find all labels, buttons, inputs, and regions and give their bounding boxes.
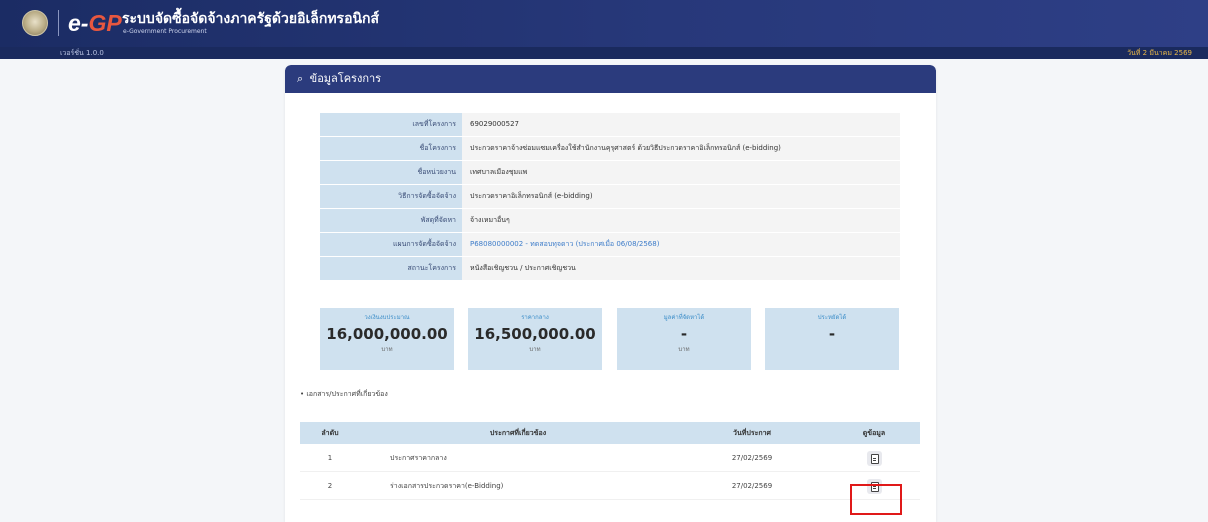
announcement-date: 27/02/2569 bbox=[731, 454, 773, 462]
detail-label: เลขที่โครงการ bbox=[320, 113, 462, 136]
card-header: ⌕ ข้อมูลโครงการ bbox=[285, 65, 936, 93]
detail-row-plan: แผนการจัดซื้อจัดจ้าง P68080000002 - ทดสอ… bbox=[320, 233, 900, 256]
col-header-announcement: ประกาศที่เกี่ยวข้อง bbox=[489, 429, 547, 437]
document-icon[interactable] bbox=[866, 450, 882, 466]
detail-row-method: วิธีการจัดซื้อจัดจ้าง ประกวดราคาอิเล็กทร… bbox=[320, 185, 900, 208]
stat-unit: บาท bbox=[381, 346, 393, 353]
detail-label: แผนการจัดซื้อจัดจ้าง bbox=[320, 233, 462, 256]
announcement-date: 27/02/2569 bbox=[731, 482, 773, 490]
row-number: 2 bbox=[327, 482, 333, 490]
col-header-no: ลำดับ bbox=[321, 429, 339, 437]
method-value: ประกวดราคาอิเล็กทรอนิกส์ (e-bidding) bbox=[462, 185, 900, 208]
announcement-title: ประกาศราคากลาง bbox=[390, 454, 447, 462]
highlight-box bbox=[850, 484, 902, 515]
table-row: 2 ร่างเอกสารประกวดราคา(e-Bidding) 27/02/… bbox=[300, 472, 920, 500]
table-row: 1 ประกาศราคากลาง 27/02/2569 bbox=[300, 444, 920, 472]
view-cell bbox=[828, 444, 920, 471]
detail-row-project-name: ชื่อโครงการ ประกวดราคาจ้างซ่อมแซมเครื่อง… bbox=[320, 137, 900, 160]
supply-type-value: จ้างเหมาอื่นๆ bbox=[462, 209, 900, 232]
government-emblem-icon bbox=[22, 10, 48, 36]
detail-row-project-number: เลขที่โครงการ 69029000527 bbox=[320, 113, 900, 136]
stat-value: - bbox=[828, 325, 836, 343]
stat-label: ราคากลาง bbox=[521, 314, 549, 321]
stat-savings: ประหยัดได้ - bbox=[765, 308, 899, 370]
stat-budget: วงเงินงบประมาณ 16,000,000.00 บาท bbox=[320, 308, 454, 370]
agency-value: เทศบาลเมืองชุมแพ bbox=[462, 161, 900, 184]
project-number-value: 69029000527 bbox=[462, 113, 900, 136]
top-banner: e-GP ระบบจัดซื้อจัดจ้างภาครัฐด้วยอิเล็กท… bbox=[0, 0, 1208, 47]
table-header: ลำดับ ประกาศที่เกี่ยวข้อง วันที่ประกาศ ด… bbox=[300, 422, 920, 444]
stat-unit: บาท bbox=[529, 346, 541, 353]
stat-label: มูลค่าที่จัดหาได้ bbox=[663, 314, 705, 321]
col-header-date: วันที่ประกาศ bbox=[733, 429, 771, 437]
detail-label: สถานะโครงการ bbox=[320, 257, 462, 280]
procurement-plan-link[interactable]: P68080000002 - ทดสอบทุจดาว (ประกาศเมื่อ … bbox=[462, 233, 900, 256]
stat-median-price: ราคากลาง 16,500,000.00 บาท bbox=[468, 308, 602, 370]
detail-label: วิธีการจัดซื้อจัดจ้าง bbox=[320, 185, 462, 208]
budget-summary: วงเงินงบประมาณ 16,000,000.00 บาท ราคากลา… bbox=[320, 308, 900, 370]
col-header-view: ดูข้อมูล bbox=[862, 429, 886, 437]
detail-row-agency: ชื่อหน่วยงาน เทศบาลเมืองชุมแพ bbox=[320, 161, 900, 184]
detail-label: ชื่อโครงการ bbox=[320, 137, 462, 160]
stat-procured-value: มูลค่าที่จัดหาได้ - บาท bbox=[617, 308, 751, 370]
stat-value: 16,500,000.00 bbox=[474, 325, 596, 343]
stat-label: วงเงินงบประมาณ bbox=[364, 314, 410, 321]
project-name-value: ประกวดราคาจ้างซ่อมแซมเครื่องใช้สำนักงานค… bbox=[462, 137, 900, 160]
detail-label: ชื่อหน่วยงาน bbox=[320, 161, 462, 184]
magnifier-icon: ⌕ bbox=[297, 72, 304, 85]
stat-label: ประหยัดได้ bbox=[817, 314, 847, 321]
egp-logo[interactable]: e-GP bbox=[68, 10, 122, 36]
related-documents-table: ลำดับ ประกาศที่เกี่ยวข้อง วันที่ประกาศ ด… bbox=[300, 422, 920, 500]
stat-unit: บาท bbox=[678, 346, 690, 353]
detail-label: พัสดุที่จัดหา bbox=[320, 209, 462, 232]
current-date: วันที่ 2 มีนาคม 2569 bbox=[1127, 49, 1192, 57]
row-number: 1 bbox=[327, 454, 333, 462]
site-subtitle: e-Government Procurement bbox=[123, 28, 207, 35]
stat-value: 16,000,000.00 bbox=[326, 325, 448, 343]
detail-row-supply-type: พัสดุที่จัดหา จ้างเหมาอื่นๆ bbox=[320, 209, 900, 232]
related-documents-heading: • เอกสาร/ประกาศที่เกี่ยวข้อง bbox=[300, 390, 388, 398]
sub-bar: เวอร์ชั่น 1.0.0 วันที่ 2 มีนาคม 2569 bbox=[0, 47, 1208, 59]
status-value: หนังสือเชิญชวน / ประกาศเชิญชวน bbox=[462, 257, 900, 280]
stat-value: - bbox=[680, 325, 688, 343]
card-title: ข้อมูลโครงการ bbox=[309, 72, 382, 85]
site-title: ระบบจัดซื้อจัดจ้างภาครัฐด้วยอิเล็กทรอนิก… bbox=[122, 11, 380, 27]
version-label: เวอร์ชั่น 1.0.0 bbox=[60, 49, 104, 57]
project-info-card: ⌕ ข้อมูลโครงการ เลขที่โครงการ 6902900052… bbox=[285, 65, 936, 522]
header-divider bbox=[58, 10, 59, 36]
detail-row-status: สถานะโครงการ หนังสือเชิญชวน / ประกาศเชิญ… bbox=[320, 257, 900, 280]
project-details-table: เลขที่โครงการ 69029000527 ชื่อโครงการ ปร… bbox=[320, 113, 900, 281]
announcement-title: ร่างเอกสารประกวดราคา(e-Bidding) bbox=[390, 482, 504, 490]
